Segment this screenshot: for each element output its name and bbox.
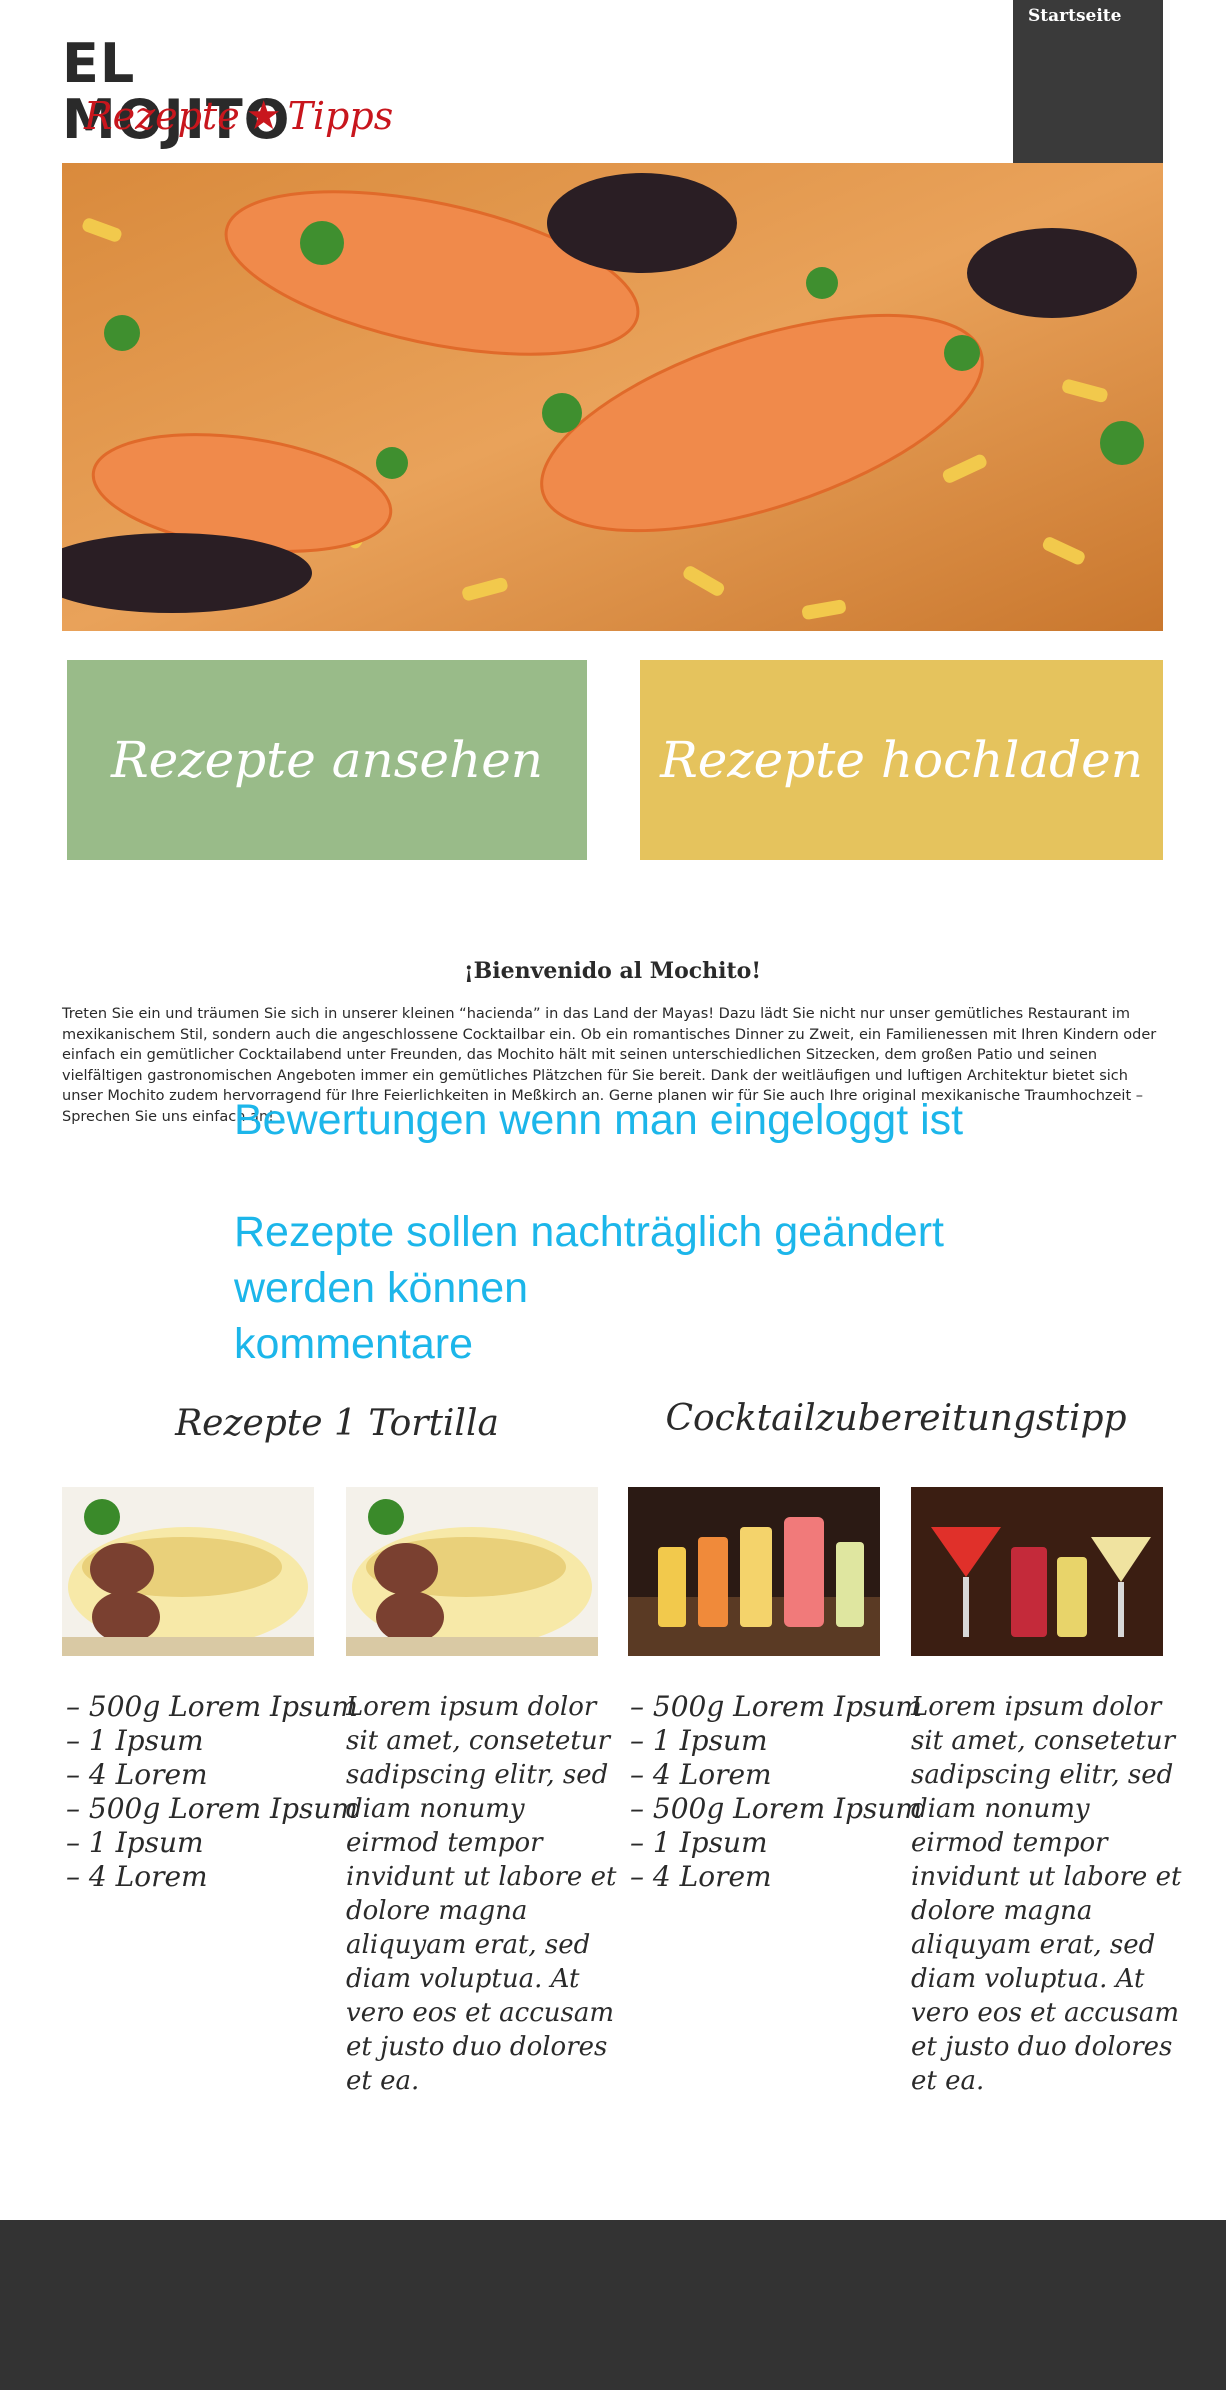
view-recipes-tile[interactable]: Rezepte ansehen [67,660,587,860]
view-recipes-label: Rezepte ansehen [110,731,543,789]
note-ratings: Bewertungen wenn man eingeloggt ist [234,1096,964,1144]
list-item: – 4 Lorem [630,1758,772,1791]
star-icon: ★ [245,93,282,139]
recipe-heading: Rezepte 1 Tortilla [175,1403,499,1444]
hero-image [62,163,1163,631]
list-item: – 4 Lorem [630,1860,772,1893]
site-footer [0,2220,1226,2390]
upload-recipes-tile[interactable]: Rezepte hochladen [640,660,1163,860]
list-item: – 500g Lorem Ipsum [66,1792,358,1825]
logo-sub-right: Tipps [287,94,394,138]
note-edit-line1: Rezepte sollen nachträglich geändert [234,1208,944,1256]
list-item: – 500g Lorem Ipsum [630,1690,922,1723]
list-item: – 500g Lorem Ipsum [630,1792,922,1825]
list-item: – 1 Ipsum [630,1826,768,1859]
main-nav: Startseite [1013,0,1163,165]
list-item: – 4 Lorem [66,1860,208,1893]
welcome-title: ¡Bienvenido al Mochito! [464,958,761,984]
site-logo[interactable]: EL MOJITO Rezepte ★ Tipps [62,36,393,148]
ingredient-list: – 500g Lorem Ipsum – 1 Ipsum – 4 Lorem –… [66,1690,358,1894]
cocktail-description: Lorem ipsum dolor sit amet, consetetur s… [911,1692,1182,2096]
note-edit-line2: werden können [234,1264,529,1312]
logo-subtitle: Rezepte ★ Tipps [84,94,393,138]
cocktail-heading: Cocktailzubereitungstipp [665,1398,1127,1439]
list-item: – 1 Ipsum [66,1826,204,1859]
logo-sub-left: Rezepte [84,94,240,138]
list-item: – 500g Lorem Ipsum [66,1690,358,1723]
cocktails-image[interactable] [628,1487,880,1656]
upload-recipes-label: Rezepte hochladen [660,731,1143,789]
list-item: – 1 Ipsum [630,1724,768,1757]
tortilla-image[interactable] [62,1487,314,1656]
note-comments: kommentare [234,1320,473,1368]
tortilla-image-2[interactable] [346,1487,598,1656]
nav-item-startseite[interactable]: Startseite [1028,6,1121,26]
recipe-description: Lorem ipsum dolor sit amet, consetetur s… [346,1692,617,2096]
list-item: – 4 Lorem [66,1758,208,1791]
ingredient-list-2: – 500g Lorem Ipsum – 1 Ipsum – 4 Lorem –… [630,1690,922,1894]
list-item: – 1 Ipsum [66,1724,204,1757]
cocktails-image-2[interactable] [911,1487,1163,1656]
